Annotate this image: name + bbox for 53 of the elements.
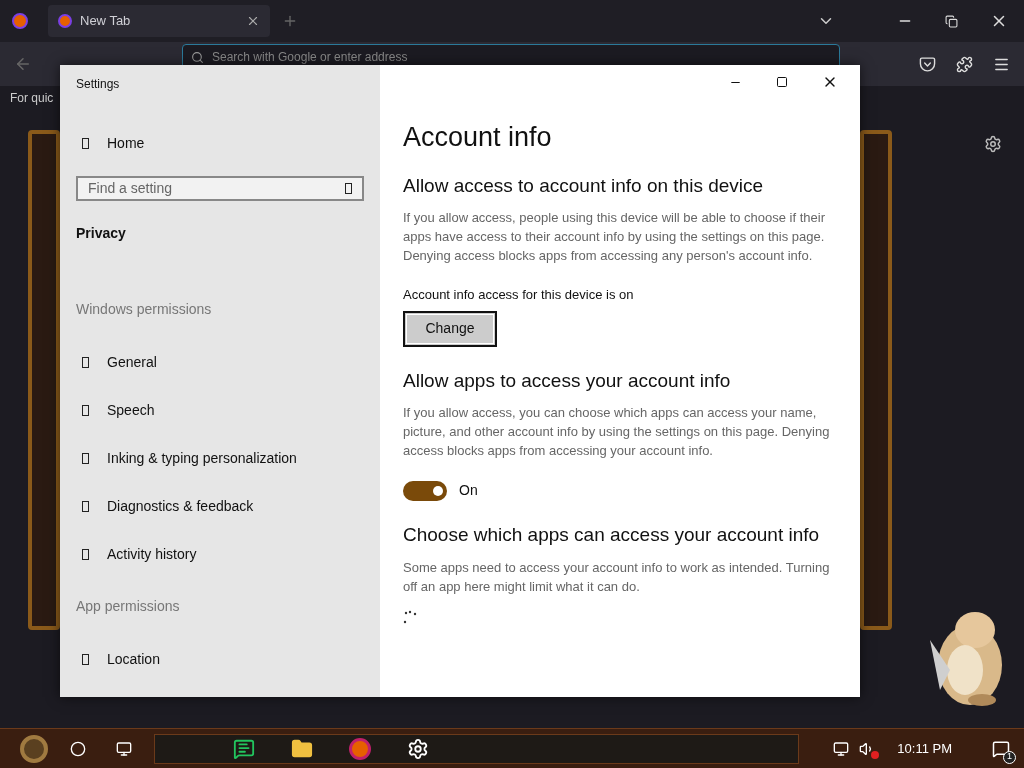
toggle-switch[interactable] xyxy=(403,480,447,501)
bookmarks-text: For quic xyxy=(10,90,54,107)
nav-item[interactable]: Speech xyxy=(76,386,364,434)
home-item[interactable]: Home xyxy=(76,133,364,154)
placeholder-glyph-icon xyxy=(82,653,89,665)
section-description: If you allow access, people using this device will be able to choose if their apps have access to their account info by using the settings on this page. Denying access blocks apps from accessing any person's account info. xyxy=(403,209,826,265)
browser-tab[interactable]: New Tab xyxy=(48,5,270,37)
back-icon[interactable] xyxy=(14,55,32,73)
group-heading: Windows permissions xyxy=(76,300,213,319)
placeholder-glyph-icon xyxy=(82,356,89,368)
network-icon[interactable] xyxy=(833,740,850,757)
toggle-label: On xyxy=(459,481,478,500)
nav-item[interactable]: General xyxy=(76,338,364,386)
nav-item[interactable]: Inking & typing personalization xyxy=(76,434,364,482)
section-heading: Choose which apps can access your account info xyxy=(403,523,821,547)
access-status: Account info access for this device is on xyxy=(403,286,635,304)
nav-item[interactable]: Location xyxy=(76,635,364,683)
browser-logo-icon[interactable] xyxy=(349,737,371,760)
browser-logo-icon[interactable] xyxy=(12,13,28,29)
folder-icon[interactable] xyxy=(291,737,313,760)
clock[interactable]: 10:11 PM xyxy=(897,738,952,759)
settings-icon[interactable] xyxy=(984,135,1002,153)
section-description: If you allow access, you can choose which apps can access your name, picture, and other account info by using the settings on this page. Denying access blocks apps from accessing your account info. xyxy=(403,404,831,460)
group-heading: App permissions xyxy=(76,597,181,616)
placeholder-glyph-icon xyxy=(82,404,89,416)
section-heading: Allow access to account info on this device xyxy=(403,173,765,198)
task-view-icon[interactable] xyxy=(116,740,132,757)
window-title: Settings xyxy=(76,76,121,93)
tab-title: New Tab xyxy=(80,12,132,31)
category-title: Privacy xyxy=(76,224,127,243)
search-icon[interactable] xyxy=(70,740,86,757)
restore-icon[interactable] xyxy=(945,14,958,28)
nav-item[interactable]: Activity history xyxy=(76,530,364,578)
placeholder-glyph-icon xyxy=(82,138,89,149)
pocket-icon[interactable] xyxy=(919,55,936,73)
chat-app-icon[interactable] xyxy=(233,737,255,760)
section-description: Some apps need to access your account info to work as intended. Turning off an app here might limit what it can do. xyxy=(403,558,831,596)
nav-item[interactable]: Diagnostics & feedback xyxy=(76,482,364,530)
change-button[interactable]: Change xyxy=(403,310,497,347)
close-tab-icon[interactable] xyxy=(246,14,260,28)
search-icon xyxy=(191,50,204,64)
notifications-icon[interactable] xyxy=(992,739,1010,758)
search-field[interactable]: Find a setting xyxy=(76,176,364,201)
placeholder-glyph-icon xyxy=(82,500,89,512)
notification-count: 1 xyxy=(1003,750,1016,764)
section-heading: Allow apps to access your account info xyxy=(403,368,732,393)
browser-logo-icon xyxy=(58,14,72,28)
extensions-icon[interactable] xyxy=(956,55,973,73)
maximize-icon[interactable] xyxy=(776,76,788,88)
placeholder-glyph-icon xyxy=(82,548,89,560)
placeholder-glyph-icon xyxy=(345,183,352,194)
page-title: Account info xyxy=(403,121,553,154)
placeholder-glyph-icon xyxy=(82,452,89,464)
